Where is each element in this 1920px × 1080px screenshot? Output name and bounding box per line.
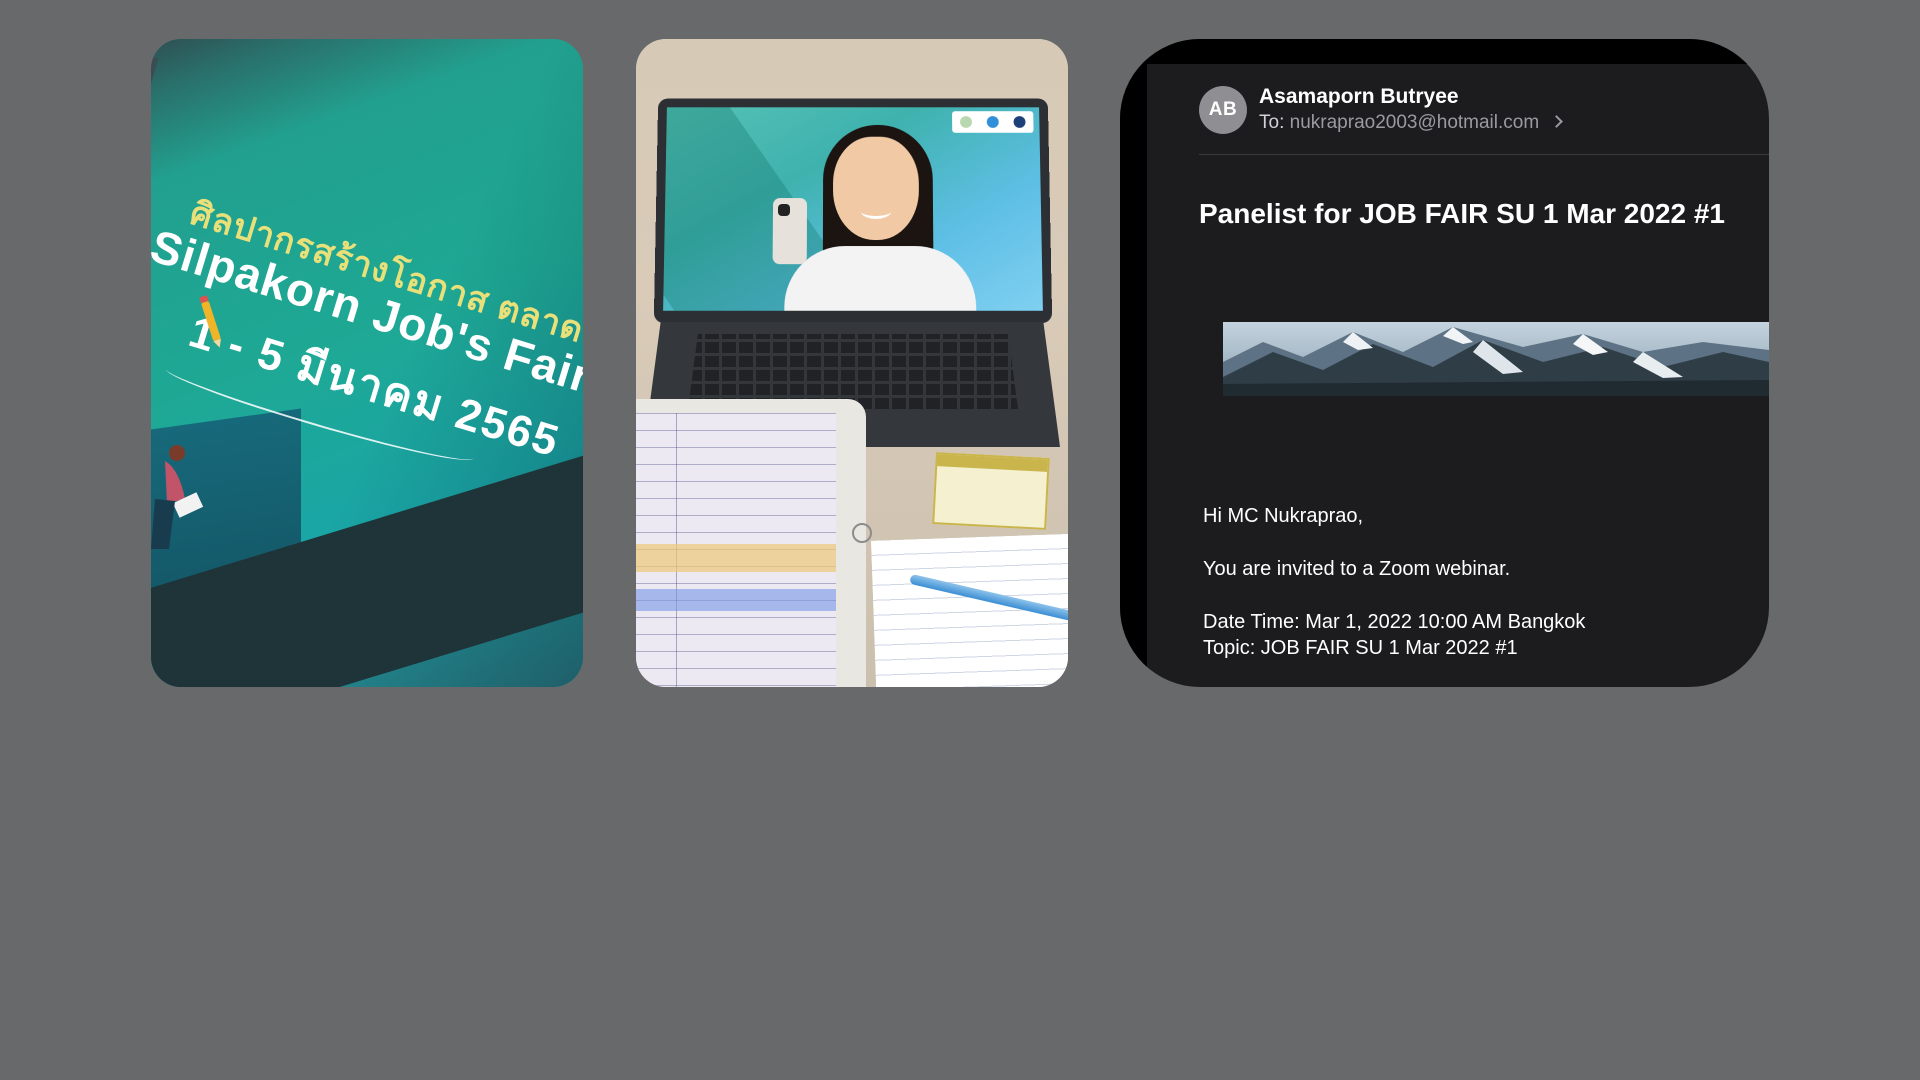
tablet-row-highlight — [636, 589, 836, 611]
job-fair-poster-photo[interactable]: ศิลปากรสร้างโอกาส ตลาดนั Silpakorn Job's… — [151, 39, 583, 687]
sender-avatar[interactable]: AB — [1199, 86, 1247, 134]
recipient-address[interactable]: nukraprao2003@hotmail.com — [1290, 112, 1540, 133]
email-screenshot[interactable]: AB Asamaporn Butryee To: nukraprao2003@h… — [1120, 39, 1769, 687]
laptop-keyboard — [688, 334, 1018, 409]
email-greeting: Hi MC Nukraprao, — [1203, 505, 1364, 527]
person-smile — [860, 204, 892, 219]
to-label: To: — [1259, 112, 1285, 133]
email-top-strip — [1120, 39, 1769, 64]
tablet — [636, 399, 866, 687]
email-left-strip — [1120, 39, 1147, 687]
email-date-time: Date Time: Mar 1, 2022 10:00 AM Bangkok — [1203, 611, 1586, 633]
screen-logo-bar — [952, 111, 1034, 133]
logo-icon — [986, 116, 999, 128]
logo-icon — [1013, 116, 1026, 128]
mountain-icon — [1223, 327, 1769, 396]
email-subject: Panelist for JOB FAIR SU 1 Mar 2022 #1 — [1199, 198, 1725, 229]
phone-icon — [772, 198, 808, 265]
person-shirt — [784, 246, 977, 311]
tablet-row-highlight — [636, 544, 836, 572]
mountain-banner-image — [1223, 322, 1769, 396]
laptop-desk-photo[interactable] — [636, 39, 1068, 687]
sender-name[interactable]: Asamaporn Butryee — [1259, 85, 1459, 109]
recipient-row[interactable]: To: nukraprao2003@hotmail.com — [1259, 112, 1564, 134]
email-invite-line: You are invited to a Zoom webinar. — [1203, 558, 1511, 580]
person-face — [832, 136, 920, 241]
logo-icon — [959, 116, 972, 128]
laptop-screen-frame — [653, 98, 1053, 323]
chevron-right-icon[interactable] — [1550, 115, 1564, 128]
email-topic: Topic: JOB FAIR SU 1 Mar 2022 #1 — [1203, 637, 1518, 659]
tablet-home-button-icon — [852, 523, 872, 543]
sticker-card — [932, 452, 1050, 530]
header-divider — [1199, 154, 1769, 155]
laptop-screen — [663, 107, 1043, 311]
